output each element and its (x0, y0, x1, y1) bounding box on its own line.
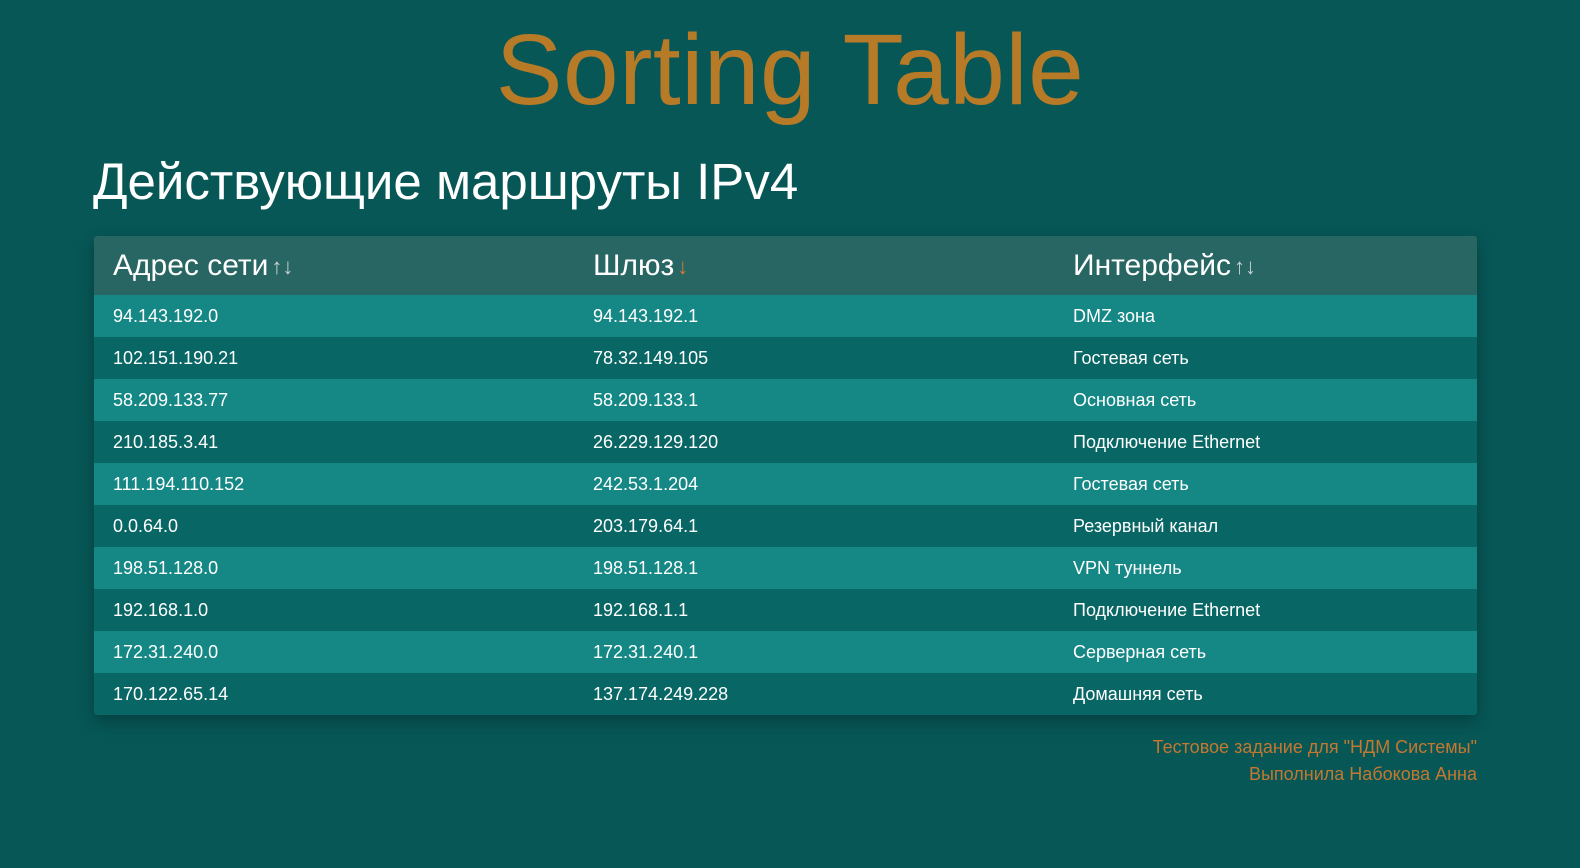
sort-both-icon[interactable]: ↑↓ (1234, 254, 1256, 279)
column-header-label: Интерфейс (1073, 248, 1232, 282)
cell-gateway: 78.32.149.105 (593, 347, 709, 368)
table-row: 198.51.128.0 198.51.128.1 VPN туннель (94, 547, 1477, 589)
cell-gateway: 242.53.1.204 (593, 473, 699, 494)
table-row: 102.151.190.21 78.32.149.105 Гостевая сеть (94, 337, 1477, 379)
cell-gateway: 172.31.240.1 (593, 641, 699, 662)
cell-interface: Подключение Ethernet (1073, 431, 1261, 452)
footer: Тестовое задание для "НДМ Системы" Выпол… (1153, 734, 1477, 788)
table-body: 94.143.192.0 94.143.192.1 DMZ зона 102.151.… (94, 295, 1477, 715)
table-row: 192.168.1.0 192.168.1.1 Подключение Ethern… (94, 589, 1477, 631)
cell-network-address: 94.143.192.0 (113, 305, 219, 326)
cell-network-address: 198.51.128.0 (113, 557, 219, 578)
table-row: 58.209.133.77 58.209.133.1 Основная сеть (94, 379, 1477, 421)
cell-interface: Основная сеть (1073, 389, 1197, 410)
cell-gateway: 192.168.1.1 (593, 599, 689, 620)
table-heading: Действующие маршруты IPv4 (93, 153, 799, 210)
cell-network-address: 192.168.1.0 (113, 599, 209, 620)
routes-table-container: Адрес сети ↑↓ Шлюз ↓ Интерфейс ↑↓ 94.143.19… (94, 236, 1477, 715)
page-title: Sorting Table (495, 14, 1085, 126)
cell-network-address: 210.185.3.41 (113, 431, 219, 452)
column-header-gateway[interactable]: Шлюз ↓ (574, 236, 1054, 295)
cell-interface: Гостевая сеть (1073, 347, 1189, 368)
cell-gateway: 26.229.129.120 (593, 431, 719, 452)
cell-network-address: 170.122.65.14 (113, 683, 229, 704)
table-row: 172.31.240.0 172.31.240.1 Серверная сеть (94, 631, 1477, 673)
sort-descending-icon[interactable]: ↓ (677, 254, 688, 279)
column-header-label: Адрес сети (113, 248, 269, 282)
header-row: Адрес сети ↑↓ Шлюз ↓ Интерфейс ↑↓ (94, 236, 1477, 295)
column-header-network-address[interactable]: Адрес сети ↑↓ (94, 236, 574, 295)
table-row: 111.194.110.152 242.53.1.204 Гостевая сеть (94, 463, 1477, 505)
cell-interface: Резервный канал (1073, 515, 1219, 536)
cell-interface: VPN туннель (1073, 557, 1182, 578)
cell-interface: Домашняя сеть (1073, 683, 1203, 704)
sort-both-icon[interactable]: ↑↓ (271, 254, 293, 279)
cell-gateway: 94.143.192.1 (593, 305, 699, 326)
cell-interface: Серверная сеть (1073, 641, 1207, 662)
cell-network-address: 172.31.240.0 (113, 641, 219, 662)
table-row: 94.143.192.0 94.143.192.1 DMZ зона (94, 295, 1477, 337)
cell-gateway: 198.51.128.1 (593, 557, 699, 578)
table-row: 0.0.64.0 203.179.64.1 Резервный канал (94, 505, 1477, 547)
table-header: Адрес сети ↑↓ Шлюз ↓ Интерфейс ↑↓ (94, 236, 1477, 295)
cell-gateway: 203.179.64.1 (593, 515, 699, 536)
footer-task-note: Тестовое задание для "НДМ Системы" (1152, 737, 1477, 757)
cell-interface: Подключение Ethernet (1073, 599, 1261, 620)
cell-gateway: 137.174.249.228 (593, 683, 729, 704)
cell-interface: Гостевая сеть (1073, 473, 1189, 494)
cell-network-address: 58.209.133.77 (113, 389, 229, 410)
cell-interface: DMZ зона (1073, 305, 1156, 326)
cell-network-address: 0.0.64.0 (113, 515, 179, 536)
column-header-label: Шлюз (593, 248, 675, 282)
page: Sorting Table Действующие маршруты IPv4 … (0, 0, 1580, 868)
routes-table: Адрес сети ↑↓ Шлюз ↓ Интерфейс ↑↓ 94.143.19… (94, 236, 1477, 715)
table-row: 210.185.3.41 26.229.129.120 Подключение Et… (94, 421, 1477, 463)
footer-author: Выполнила Набокова Анна (1248, 764, 1477, 784)
column-header-interface[interactable]: Интерфейс ↑↓ (1054, 236, 1477, 295)
cell-gateway: 58.209.133.1 (593, 389, 699, 410)
cell-network-address: 111.194.110.152 (113, 473, 245, 494)
cell-network-address: 102.151.190.21 (113, 347, 239, 368)
table-row: 170.122.65.14 137.174.249.228 Домашняя сет… (94, 673, 1477, 715)
